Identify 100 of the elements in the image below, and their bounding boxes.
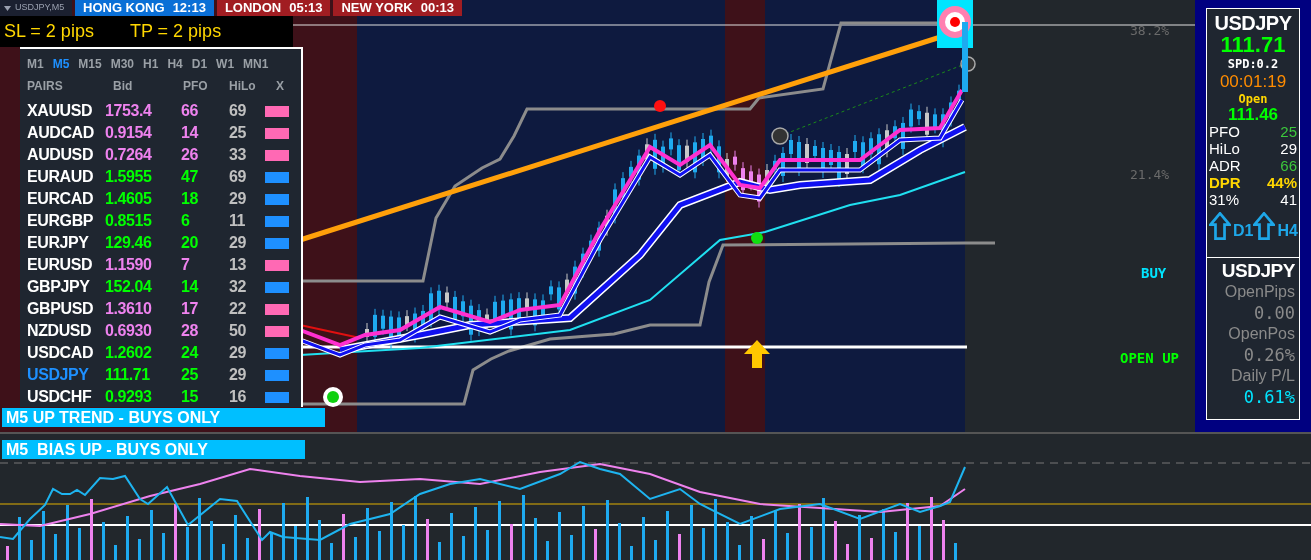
pair-name[interactable]: USDCHF (27, 385, 105, 409)
timeframe-tab[interactable]: M15 (78, 55, 102, 73)
bid-price: 1753.4 (105, 101, 153, 121)
pair-name[interactable]: XAUUSD (27, 99, 105, 123)
bid-price: 129.46 (105, 233, 153, 253)
pair-name[interactable]: GBPUSD (27, 297, 105, 321)
timeframe-tab[interactable]: W1 (216, 55, 235, 73)
timeframe-tab[interactable]: H1 (143, 55, 159, 73)
bar-timer: 00:01:19 (1219, 72, 1287, 92)
pair-name[interactable]: USDJPY (27, 363, 105, 387)
hilo-value: 29 (228, 343, 247, 363)
hilo-value: 29 (228, 189, 247, 209)
pfo-value: 47 (180, 167, 199, 187)
hilo-value: 25 (228, 123, 247, 143)
column-header: X (275, 78, 285, 95)
column-header: PAIRS (27, 78, 64, 95)
signal-label: OPEN UP (1120, 349, 1179, 368)
caret-icon (4, 5, 11, 11)
pfo-value: 26 (180, 145, 199, 165)
symbol-title: USDJPY (1221, 260, 1295, 282)
pfo-value: 20 (180, 233, 199, 253)
timeframe-tab[interactable]: MN1 (243, 55, 269, 73)
pfo-value: 25 (180, 365, 199, 385)
pair-name[interactable]: EURGBP (27, 209, 105, 233)
bid-price: 1.2602 (105, 343, 153, 363)
bid-price: 0.7264 (105, 145, 153, 165)
signal-dot-icon (323, 387, 343, 407)
pair-name[interactable]: USDCAD (27, 341, 105, 365)
pfo-value: 15 (180, 387, 199, 407)
hilo-value: 22 (228, 299, 247, 319)
bid-price: 111.71 (105, 365, 151, 385)
bid-price: 1.3610 (105, 299, 153, 319)
pair-name[interactable]: GBPJPY (27, 275, 105, 299)
symbol-label: USDJPY,M5 (15, 1, 65, 15)
timeframe-tab[interactable]: M5 (52, 55, 70, 73)
session-city: NEW YORK (341, 0, 413, 18)
target-icon (937, 0, 973, 92)
pfo-value: 17 (180, 299, 199, 319)
hilo-value: 11 (228, 211, 247, 231)
stop-loss-text: SL = 2 pips (4, 20, 94, 43)
symbol-tab[interactable]: USDJPY,M5 (0, 0, 72, 16)
open-price: 111.46 (1227, 106, 1279, 124)
column-header: Bid (112, 78, 134, 95)
pfo-value: 14 (180, 123, 200, 143)
bid-price: 1.4605 (105, 189, 153, 209)
pair-name[interactable]: AUDUSD (27, 143, 105, 167)
spread-text: SPD:0.2 (1227, 56, 1279, 72)
bid-price: 0.9293 (105, 387, 153, 407)
signal-dot-icon (751, 232, 763, 244)
bid-price: 0.8515 (105, 211, 153, 231)
pair-name[interactable]: EURUSD (27, 253, 105, 277)
bias-banner: M5 BIAS UP - BUYS ONLY (2, 440, 305, 459)
timeframe-label: H4 (1277, 222, 1298, 240)
bid-price: 1.5955 (105, 167, 153, 187)
take-profit-text: TP = 2 pips (129, 20, 222, 43)
hilo-value: 16 (228, 387, 247, 407)
position-value: 0.61% (1243, 386, 1295, 408)
bid-price: 0.6930 (105, 321, 153, 341)
pair-name[interactable]: AUDCAD (27, 121, 105, 145)
pfo-value: 24 (180, 343, 200, 363)
hilo-value: 33 (228, 145, 247, 165)
hilo-value: 29 (228, 365, 247, 385)
position-value: 0.26% (1243, 344, 1295, 366)
timeframe-tab[interactable]: H4 (167, 55, 183, 73)
hilo-value: 69 (228, 167, 247, 187)
session-city: LONDON (224, 0, 282, 18)
arrow-up-icon (744, 340, 770, 368)
timeframe-tab[interactable]: M30 (110, 55, 135, 73)
timeframe-label: D1 (1233, 222, 1254, 240)
pair-name[interactable]: EURCAD (27, 187, 105, 211)
open-label: Open (1238, 92, 1268, 106)
symbol-title: USDJPY (1214, 12, 1292, 34)
column-header: PFO (182, 78, 209, 95)
pair-name[interactable]: EURAUD (27, 165, 105, 189)
fibonacci-level-label: 21.4% (1130, 166, 1170, 184)
bid-price: 0.9154 (105, 123, 153, 143)
timeframe-tab[interactable]: M1 (27, 55, 44, 73)
column-header: HiLo (228, 78, 257, 95)
position-label: OpenPos (1228, 324, 1295, 344)
pfo-value: 7 (180, 255, 191, 275)
bid-price: 152.04 (105, 277, 153, 297)
session-time: 00:13 (420, 0, 454, 18)
signal-dot-icon (654, 100, 666, 112)
session-time: 12:13 (172, 0, 206, 18)
pair-name[interactable]: NZDUSD (27, 319, 105, 343)
pfo-value: 6 (180, 211, 191, 231)
position-value: 0.00 (1254, 302, 1295, 324)
hilo-value: 13 (228, 255, 247, 275)
pair-name[interactable]: EURJPY (27, 231, 105, 255)
signal-label: BUY (1141, 264, 1167, 283)
position-label: Daily P/L (1230, 366, 1295, 386)
session-city: HONG KONG (83, 0, 165, 18)
bid-price: 1.1590 (105, 255, 153, 275)
hilo-value: 69 (228, 101, 247, 121)
hilo-value: 29 (228, 233, 247, 253)
timeframe-tab[interactable]: D1 (191, 55, 208, 73)
hilo-value: 50 (228, 321, 247, 341)
pfo-value: 28 (180, 321, 199, 341)
pfo-value: 18 (180, 189, 199, 209)
session-time: 05:13 (289, 0, 323, 18)
